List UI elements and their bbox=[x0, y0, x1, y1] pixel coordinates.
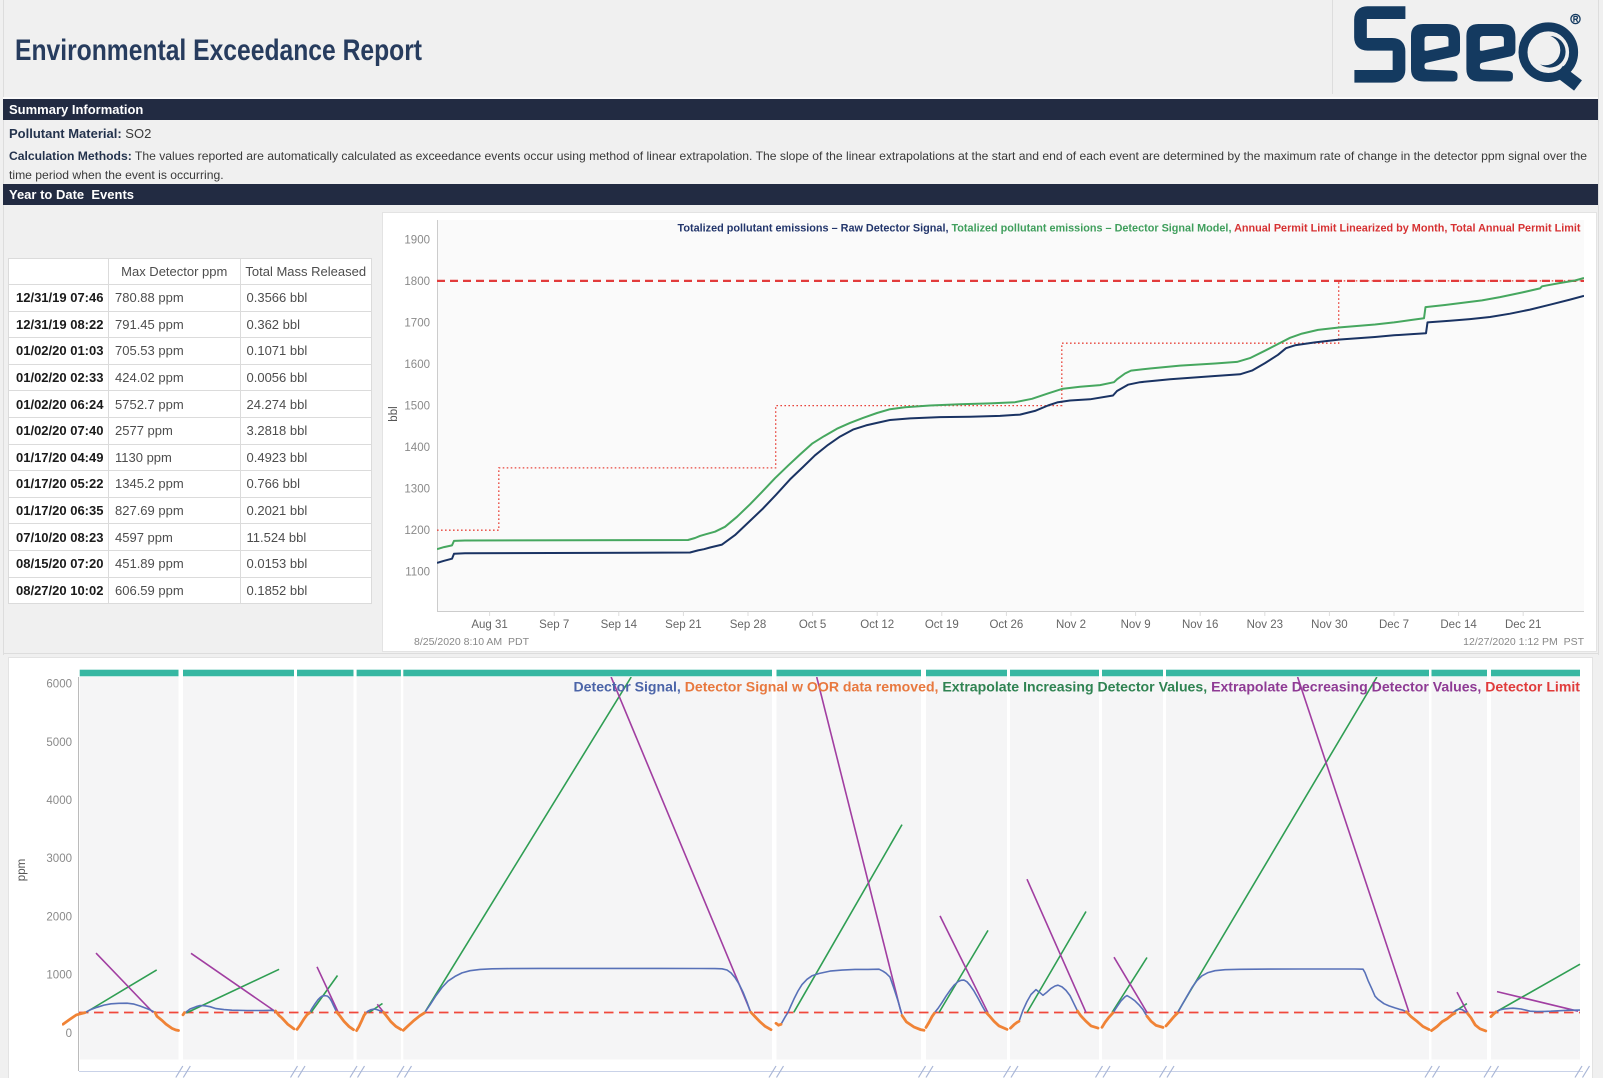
svg-text:Sep 7: Sep 7 bbox=[539, 619, 569, 631]
svg-text:1700: 1700 bbox=[404, 317, 430, 329]
svg-text:Nov 30: Nov 30 bbox=[1311, 619, 1347, 631]
svg-text:1800: 1800 bbox=[404, 276, 430, 288]
svg-text:2000: 2000 bbox=[46, 911, 72, 923]
svg-text:Sep 14: Sep 14 bbox=[601, 619, 638, 631]
svg-text:Nov 2: Nov 2 bbox=[1056, 619, 1086, 631]
svg-text:Totalized pollutant emissions: Totalized pollutant emissions – Raw Dete… bbox=[678, 223, 1581, 235]
svg-text:bbl: bbl bbox=[388, 406, 400, 421]
svg-text:1100: 1100 bbox=[405, 567, 430, 579]
svg-text:1300: 1300 bbox=[404, 484, 430, 496]
svg-text:1000: 1000 bbox=[46, 970, 72, 982]
svg-text:3000: 3000 bbox=[46, 853, 72, 865]
svg-text:1200: 1200 bbox=[404, 525, 430, 537]
svg-text:6000: 6000 bbox=[46, 679, 72, 691]
svg-text:Nov 9: Nov 9 bbox=[1121, 619, 1151, 631]
svg-text:Nov 16: Nov 16 bbox=[1182, 619, 1218, 631]
svg-text:Dec 7: Dec 7 bbox=[1379, 619, 1409, 631]
svg-text:Oct 19: Oct 19 bbox=[925, 619, 959, 631]
svg-text:1900: 1900 bbox=[404, 234, 430, 246]
svg-text:1500: 1500 bbox=[404, 401, 430, 413]
svg-text:12/27/2020 1:12 PM PST: 12/27/2020 1:12 PM PST bbox=[1463, 636, 1584, 648]
svg-text:4000: 4000 bbox=[46, 795, 72, 807]
svg-text:1400: 1400 bbox=[404, 442, 430, 454]
svg-text:Detector Signal, Detector Sign: Detector Signal, Detector Signal w OOR d… bbox=[574, 679, 1581, 695]
svg-text:Dec 21: Dec 21 bbox=[1505, 619, 1541, 631]
svg-text:Oct 12: Oct 12 bbox=[860, 619, 894, 631]
svg-text:8/25/2020 8:10 AM PDT: 8/25/2020 8:10 AM PDT bbox=[414, 636, 530, 648]
svg-text:Sep 28: Sep 28 bbox=[730, 619, 766, 631]
svg-text:Dec 14: Dec 14 bbox=[1440, 619, 1477, 631]
svg-text:Oct 5: Oct 5 bbox=[799, 619, 826, 631]
svg-text:Sep 21: Sep 21 bbox=[665, 619, 701, 631]
svg-text:1600: 1600 bbox=[404, 359, 430, 371]
svg-text:0: 0 bbox=[66, 1028, 72, 1040]
svg-text:Oct 26: Oct 26 bbox=[989, 619, 1023, 631]
svg-text:5000: 5000 bbox=[46, 737, 72, 749]
svg-text:Nov 23: Nov 23 bbox=[1247, 619, 1283, 631]
svg-text:Aug 31: Aug 31 bbox=[471, 619, 507, 631]
svg-text:ppm: ppm bbox=[16, 859, 28, 881]
